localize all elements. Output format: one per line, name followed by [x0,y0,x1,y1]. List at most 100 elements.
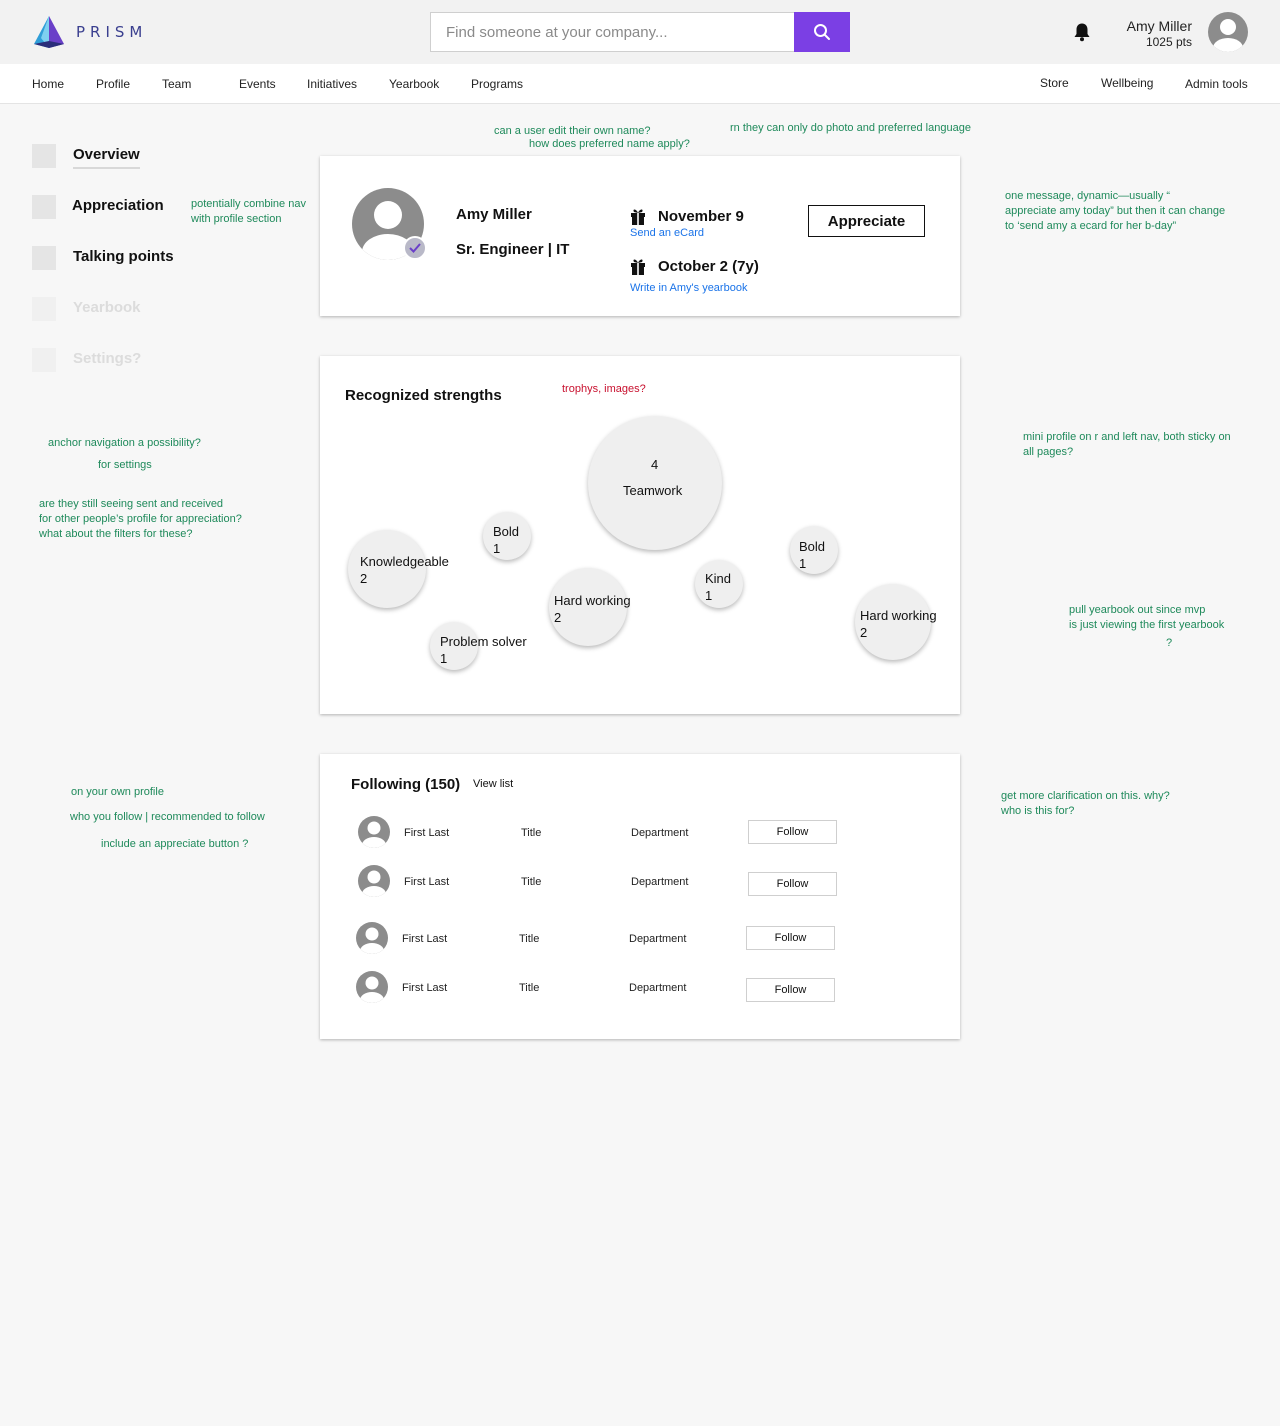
nav-team[interactable]: Team [162,77,191,91]
following-department: Department [629,982,687,994]
avatar-icon [1213,19,1243,52]
nav-yearbook[interactable]: Yearbook [389,77,439,91]
left-nav-settings[interactable]: Settings? [32,348,141,372]
user-points: 1025 pts [1145,35,1192,49]
strengths-card: Recognized strengths trophys, images? 4 … [320,356,960,714]
note-one-message-1: one message, dynamic—usually “ [1005,190,1171,202]
logo[interactable]: PRISM [32,14,147,50]
left-nav-yearbook-label: Yearbook [73,299,141,316]
gift-icon [631,209,645,225]
note-combine-nav-1: potentially combine nav [191,198,306,210]
follow-button[interactable]: Follow [748,820,837,844]
left-nav-talking-points-label: Talking points [73,248,174,265]
following-title-cell: Title [519,982,540,994]
left-nav-settings-label: Settings? [73,350,142,367]
following-name[interactable]: First Last [404,827,449,839]
strength-count: 1 [440,651,448,666]
following-name[interactable]: First Last [402,933,447,945]
note-sent-received-2: for other people’s profile for appreciat… [39,513,242,525]
nav-admin-tools[interactable]: Admin tools [1185,77,1248,91]
view-list-link[interactable]: View list [473,778,513,790]
note-anchor-nav: anchor navigation a possibility? [48,437,201,449]
send-ecard-link[interactable]: Send an eCard [630,227,704,239]
following-department: Department [629,933,687,945]
checkmark-icon [409,243,421,253]
logo-text: PRISM [76,23,148,41]
note-preferred-name: how does preferred name apply? [529,138,690,150]
profile-title: Sr. Engineer | IT [456,241,570,258]
following-title: Following (150) [351,776,461,793]
avatar[interactable] [356,971,388,1003]
follow-button[interactable]: Follow [746,978,835,1002]
verified-badge [403,236,427,260]
profile-card: Amy Miller Sr. Engineer | IT November 9 … [320,156,960,316]
note-for-settings: for settings [98,459,152,471]
left-nav-talking-points-icon [32,246,56,270]
strength-name: Bold [493,524,520,539]
nav-store[interactable]: Store [1040,76,1069,90]
left-nav-talking-points[interactable]: Talking points [32,246,174,270]
strength-count: 2 [860,625,868,640]
nav-wellbeing[interactable]: Wellbeing [1101,76,1153,90]
write-yearbook-link[interactable]: Write in Amy's yearbook [630,282,747,294]
avatar-icon [362,821,386,848]
strength-name: Knowledgeable [360,554,449,569]
following-name[interactable]: First Last [404,876,449,888]
note-appreciate-button: include an appreciate button ? [101,838,249,850]
note-sent-received-3: what about the filters for these? [39,528,193,540]
strength-name: Hard working [860,608,937,623]
following-title-cell: Title [521,827,542,839]
profile-name: Amy Miller [456,206,532,223]
avatar[interactable] [358,816,390,848]
avatar[interactable] [358,865,390,897]
note-mini-profile-1: mini profile on r and left nav, both sti… [1023,431,1231,443]
following-title-cell: Title [521,876,542,888]
search-input[interactable] [430,12,794,52]
note-photo-language: rn they can only do photo and preferred … [730,122,971,134]
strength-count: 1 [705,588,713,603]
left-nav-yearbook-icon [32,297,56,321]
search-button[interactable] [794,12,850,52]
nav-initiatives[interactable]: Initiatives [307,77,357,91]
strength-name: Kind [705,571,732,586]
strength-count: 2 [360,571,368,586]
note-one-message-2: appreciate amy today” but then it can ch… [1005,205,1226,217]
note-who-follow: who you follow | recommended to follow [70,811,265,823]
user-avatar[interactable] [1208,12,1248,52]
left-nav-overview-label: Overview [73,146,140,169]
nav-events[interactable]: Events [239,77,276,91]
following-name[interactable]: First Last [402,982,447,994]
nav-home[interactable]: Home [32,77,64,91]
left-nav-settings-icon [32,348,56,372]
avatar-icon [360,927,384,954]
avatar-icon [360,976,384,1003]
nav-profile[interactable]: Profile [96,77,130,91]
note-yearbook-1: pull yearbook out since mvp [1069,604,1206,616]
note-combine-nav-2: with profile section [191,213,282,225]
strength-count: 1 [799,556,807,571]
note-mini-profile-2: all pages? [1023,446,1074,458]
appreciate-button[interactable]: Appreciate [808,205,925,237]
search-bar [430,12,850,52]
follow-button[interactable]: Follow [748,872,837,896]
avatar-icon [362,870,386,897]
user-name: Amy Miller [1126,18,1192,34]
search-icon [814,24,830,40]
avatar[interactable] [356,922,388,954]
note-yearbook-2: is just viewing the first yearbook [1069,619,1225,631]
left-nav-overview[interactable]: Overview [32,144,140,169]
following-department: Department [631,876,689,888]
note-own-profile: on your own profile [71,786,164,798]
strength-name: Hard working [554,593,631,608]
following-department: Department [631,827,689,839]
strength-name: Problem solver [440,634,527,649]
follow-button[interactable]: Follow [746,926,835,950]
left-nav-appreciation[interactable]: Appreciation [32,195,164,219]
note-one-message-3: to ‘send amy a ecard for her b-day” [1005,220,1177,232]
note-trophies: trophys, images? [562,383,646,395]
left-nav-appreciation-label: Appreciation [72,197,164,214]
bell-icon[interactable] [1073,22,1091,42]
strength-count: 1 [493,541,501,556]
left-nav-yearbook[interactable]: Yearbook [32,297,141,321]
nav-programs[interactable]: Programs [471,77,523,91]
